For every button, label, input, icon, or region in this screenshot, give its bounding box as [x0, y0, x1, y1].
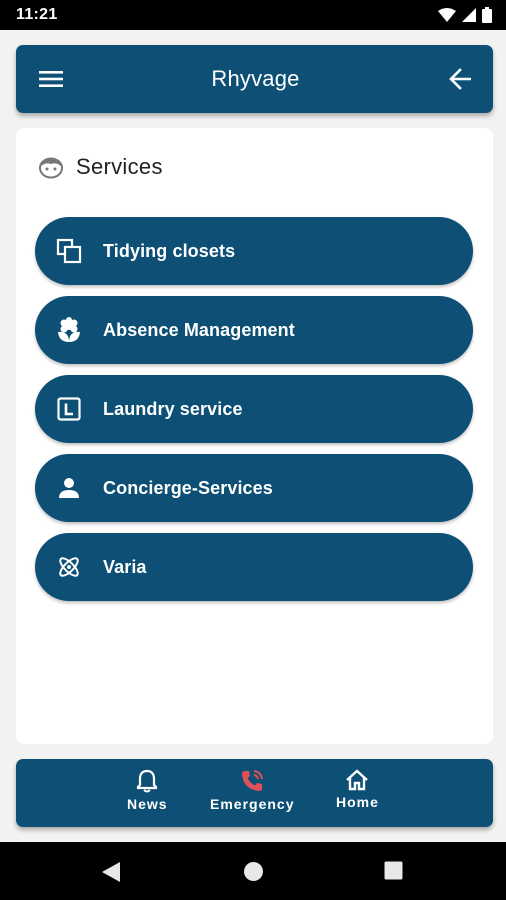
card-title: Services — [76, 154, 163, 179]
service-laundry[interactable]: Laundry service — [35, 375, 473, 443]
card-header: Services — [38, 154, 163, 180]
nav-label: Home — [336, 794, 379, 810]
status-icons — [438, 7, 492, 23]
service-varia[interactable]: Varia — [35, 533, 473, 601]
phone-call-icon — [242, 770, 264, 791]
app-bar: Rhyvage — [16, 45, 493, 113]
service-absence-management[interactable]: Absence Management — [35, 296, 473, 364]
arrow-back-icon — [449, 68, 471, 90]
service-label: Concierge-Services — [103, 477, 273, 498]
service-list: Tidying closets Absence Management Laund… — [35, 217, 473, 612]
system-nav-bar — [0, 842, 506, 900]
recents-square-icon[interactable] — [384, 861, 403, 880]
nav-home[interactable]: Home — [336, 769, 379, 810]
bottom-nav: News Emergency Home — [16, 759, 493, 827]
face-icon — [39, 157, 63, 179]
letter-l-icon — [55, 395, 83, 423]
menu-icon — [39, 71, 63, 87]
home-circle-icon[interactable] — [243, 861, 264, 882]
status-bar: 11:21 — [0, 0, 506, 30]
wifi-icon — [438, 8, 456, 22]
service-tidying-closets[interactable]: Tidying closets — [35, 217, 473, 285]
nav-label: News — [127, 796, 168, 812]
service-label: Tidying closets — [103, 240, 236, 261]
home-icon — [346, 769, 369, 791]
person-icon — [55, 474, 83, 502]
atom-icon — [55, 553, 83, 581]
signal-icon — [462, 8, 476, 22]
back-triangle-icon[interactable] — [101, 861, 121, 883]
nav-emergency[interactable]: Emergency — [210, 769, 294, 812]
status-time: 11:21 — [16, 6, 58, 23]
service-label: Laundry service — [103, 398, 243, 419]
battery-icon — [482, 7, 492, 23]
service-label: Absence Management — [103, 319, 295, 340]
service-label: Varia — [103, 556, 147, 577]
back-button[interactable] — [447, 66, 473, 92]
app-title: Rhyvage — [211, 66, 300, 91]
menu-button[interactable] — [38, 66, 64, 92]
service-concierge[interactable]: Concierge-Services — [35, 454, 473, 522]
nav-news[interactable]: News — [127, 769, 168, 812]
flower-icon — [55, 316, 83, 344]
nav-label: Emergency — [210, 796, 295, 812]
services-card: Services Tidying closets Absence Managem… — [16, 128, 493, 744]
copy-icon — [55, 237, 83, 265]
bell-icon — [137, 769, 158, 793]
